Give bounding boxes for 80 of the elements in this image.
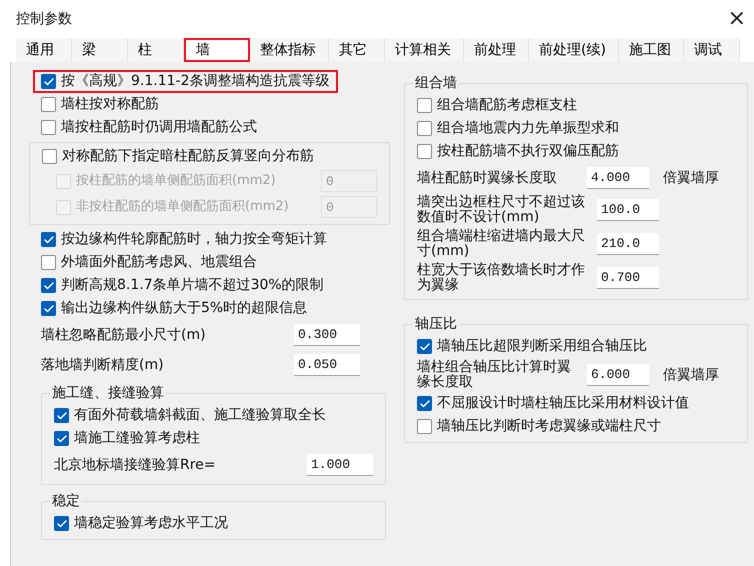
checkbox[interactable] bbox=[54, 431, 69, 446]
checkbox[interactable] bbox=[41, 74, 56, 89]
checkbox-label: 墙轴压比超限判断采用组合轴压比 bbox=[437, 337, 647, 356]
checkbox-label: 判断高规8.1.7条单片墙不超过30%的限制 bbox=[61, 276, 324, 295]
number-field[interactable]: 100.0 bbox=[597, 199, 659, 221]
tab[interactable]: 梁 bbox=[72, 38, 128, 62]
number-field[interactable]: 6.000 bbox=[587, 364, 649, 386]
checkbox[interactable] bbox=[417, 144, 432, 159]
tab[interactable]: 计算相关 bbox=[385, 38, 464, 62]
checkbox[interactable] bbox=[417, 121, 432, 136]
checkbox-label: 按边缘构件轮廓配筋时，轴力按全弯矩计算 bbox=[61, 230, 327, 249]
checkbox[interactable] bbox=[41, 255, 56, 270]
checkbox-label: 按柱配筋墙不执行双偏压配筋 bbox=[437, 142, 619, 161]
check-icon bbox=[42, 280, 54, 292]
check-icon bbox=[42, 234, 54, 246]
field-label: 墙柱忽略配筋最小尺寸(m) bbox=[41, 328, 207, 342]
check-icon bbox=[56, 518, 68, 530]
checkbox-label: 墙轴压比判断时考虑翼缘或端柱尺寸 bbox=[437, 417, 661, 436]
checkbox-label: 组合墙地震内力先单振型求和 bbox=[437, 119, 619, 138]
field-label: 墙柱组合轴压比计算时翼缘长度取 bbox=[417, 360, 572, 390]
checkbox[interactable] bbox=[41, 278, 56, 293]
checkbox[interactable] bbox=[417, 419, 432, 434]
group-title: 轴压比 bbox=[414, 315, 458, 334]
check-icon bbox=[42, 302, 54, 314]
checkbox-label: 组合墙配筋考虑框支柱 bbox=[437, 96, 577, 115]
number-field[interactable]: 210.0 bbox=[597, 233, 659, 255]
checkbox-label: 外墙面外配筋考虑风、地震组合 bbox=[61, 253, 257, 272]
checkbox[interactable] bbox=[42, 149, 57, 164]
check-icon bbox=[42, 76, 54, 88]
checkbox-label: 按《高规》9.1.11-2条调整墙构造抗震等级 bbox=[61, 72, 330, 91]
check-icon bbox=[56, 432, 68, 444]
number-field[interactable]: 0.050 bbox=[294, 354, 360, 376]
tab[interactable]: 柱 bbox=[128, 38, 184, 62]
checkbox[interactable] bbox=[41, 97, 56, 112]
checkbox-label: 不屈服设计时墙柱轴压比采用材料设计值 bbox=[437, 394, 689, 413]
tab[interactable]: 整体指标 bbox=[250, 38, 329, 62]
checkbox[interactable] bbox=[417, 98, 432, 113]
tab[interactable]: 墙 bbox=[184, 38, 250, 62]
checkbox-label: 墙施工缝验算考虑柱 bbox=[74, 429, 200, 448]
check-icon bbox=[56, 410, 68, 422]
checkbox-label: 对称配筋下指定暗柱配筋反算竖向分布筋 bbox=[62, 147, 314, 166]
number-field[interactable]: 0.300 bbox=[294, 324, 360, 346]
check-icon bbox=[418, 340, 430, 352]
checkbox[interactable] bbox=[54, 408, 69, 423]
checkbox[interactable] bbox=[417, 396, 432, 411]
tab[interactable]: 施工图 bbox=[618, 38, 684, 62]
field-label: 落地墙判断精度(m) bbox=[41, 358, 165, 372]
field-label: 组合墙端柱缩进墙内最大尺寸(mm) bbox=[417, 229, 586, 259]
checkbox[interactable] bbox=[54, 516, 69, 531]
checkbox[interactable] bbox=[41, 232, 56, 247]
close-button[interactable]: × bbox=[728, 8, 746, 30]
field-label: 墙突出边框柱尺寸不超过该数值时不设计(mm) bbox=[417, 195, 586, 225]
number-field[interactable]: 0.700 bbox=[597, 267, 659, 289]
checkbox-label: 有面外荷载墙斜截面、施工缝验算取全长 bbox=[74, 406, 326, 425]
field-label: 柱宽大于该倍数墙长时才作为翼缘 bbox=[417, 263, 586, 293]
window-title: 控制参数 bbox=[16, 10, 72, 28]
group-title: 组合墙 bbox=[414, 74, 458, 93]
field-label: 北京地标墙接缝验算Rre= bbox=[54, 458, 217, 472]
number-field[interactable]: 4.000 bbox=[587, 167, 649, 189]
checkbox[interactable] bbox=[41, 120, 56, 135]
tab[interactable]: 前处理 bbox=[464, 38, 529, 62]
unit-label: 倍翼墙厚 bbox=[663, 168, 719, 188]
field-label: 墙柱配筋时翼缘长度取 bbox=[417, 170, 558, 186]
checkbox-label: 墙稳定验算考虑水平工况 bbox=[74, 514, 228, 533]
tab[interactable]: 调试 bbox=[684, 38, 740, 62]
checkbox[interactable] bbox=[417, 339, 432, 354]
tab[interactable]: 其它 bbox=[329, 38, 385, 62]
tab[interactable]: 通用 bbox=[16, 38, 72, 62]
group-title: 稳定 bbox=[51, 492, 81, 511]
checkbox-label: 按柱配筋的墙单侧配筋面积(mm2) bbox=[76, 172, 277, 190]
checkbox-label: 非按柱配筋的墙单侧配筋面积(mm2) bbox=[76, 198, 290, 216]
number-field[interactable]: 1.000 bbox=[307, 454, 373, 476]
checkbox-label: 墙柱按对称配筋 bbox=[61, 95, 159, 114]
checkbox-label: 墙按柱配筋时仍调用墙配筋公式 bbox=[61, 118, 257, 137]
checkbox[interactable] bbox=[41, 301, 56, 316]
unit-label: 倍翼墙厚 bbox=[663, 366, 719, 384]
group-title: 施工缝、接缝验算 bbox=[51, 384, 165, 403]
check-icon bbox=[418, 398, 430, 410]
checkbox-label: 输出边缘构件纵筋大于5%时的超限信息 bbox=[61, 299, 308, 318]
tab[interactable]: 前处理(续) bbox=[529, 38, 619, 62]
